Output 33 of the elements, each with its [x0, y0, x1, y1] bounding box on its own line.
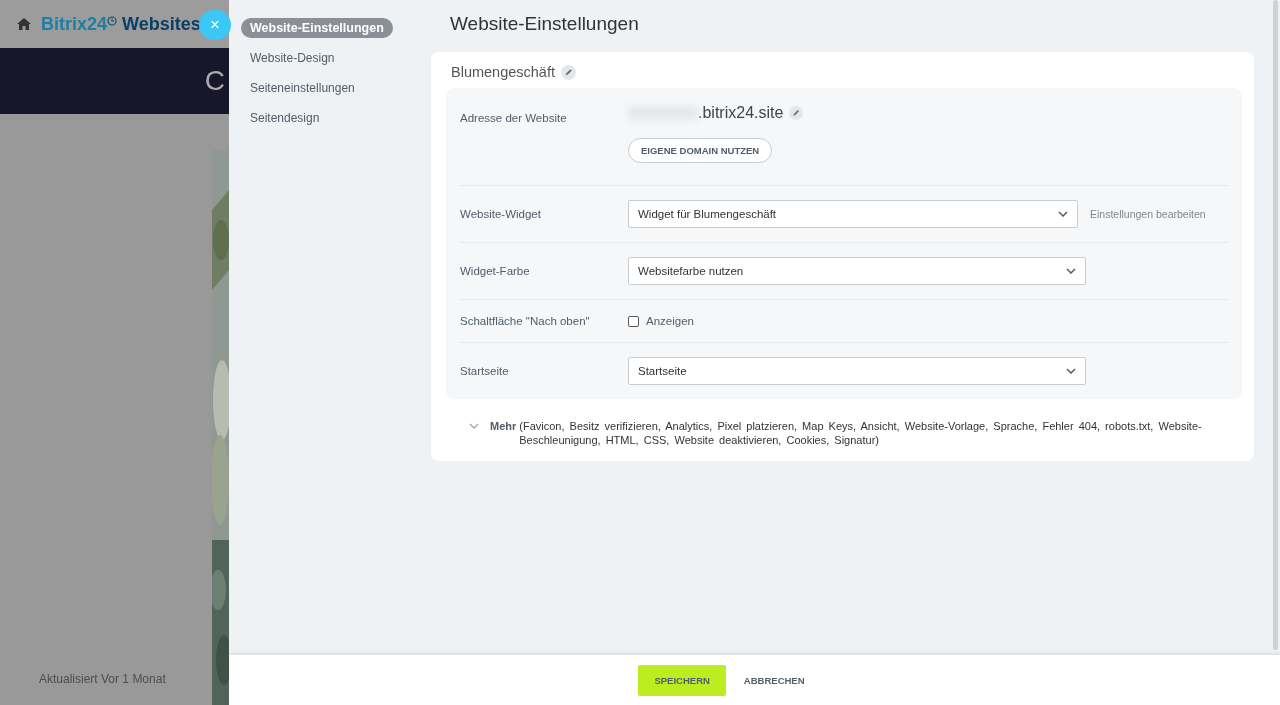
save-button[interactable]: SPEICHERN — [638, 664, 726, 696]
nav-item[interactable]: Seitendesign — [241, 108, 329, 128]
scrollbar[interactable] — [1273, 0, 1278, 650]
select-field[interactable]: Websitefarbe nutzen — [628, 257, 1086, 285]
chevron-down-icon[interactable] — [469, 423, 479, 429]
edit-icon[interactable] — [789, 106, 804, 120]
page-title: Website-Einstellungen — [450, 13, 640, 35]
select-field[interactable]: Widget für Blumengeschäft — [628, 200, 1078, 228]
select-field[interactable]: Startseite — [628, 357, 1086, 385]
nav-item[interactable]: Seiteneinstellungen — [241, 78, 364, 98]
chevron-down-icon — [1058, 211, 1068, 217]
banner-text: C — [204, 65, 225, 97]
home-icon[interactable] — [17, 18, 31, 30]
more-toggle[interactable]: Mehr — [490, 419, 517, 433]
field-label: Startseite — [460, 365, 510, 377]
field-label: Schaltfläche "Nach oben" — [460, 315, 591, 327]
site-address: .bitrix24.site — [698, 104, 784, 122]
domain-button[interactable]: EIGENE DOMAIN NUTZEN — [628, 138, 773, 163]
logo[interactable]: Bitrix24 Websites — [41, 13, 201, 35]
chevron-down-icon — [1066, 268, 1076, 274]
more-options-text: (Favicon, Besitz verifizieren, Analytics, Pixel platzieren, Map Keys, Ansicht, Website-Vorlage, Sprache, Fehler 404, robots.txt, Website-Beschleunigung, HTML, CSS, Website deaktivieren, Cookies, Signatur) — [519, 419, 1202, 447]
field-label: Adresse der Website — [460, 112, 568, 124]
edit-settings-link[interactable]: Einstellungen bearbeiten — [1090, 208, 1206, 220]
updated-text: Aktualisiert Vor 1 Monat — [39, 672, 166, 686]
field-label: Widget-Farbe — [460, 265, 531, 277]
chevron-down-icon — [1066, 368, 1076, 374]
cancel-button[interactable]: ABBRECHEN — [737, 673, 811, 687]
edit-icon[interactable] — [561, 64, 576, 80]
nav-item[interactable]: Website-Design — [241, 48, 344, 68]
site-name: Blumengeschäft — [451, 64, 555, 80]
checkbox-label[interactable]: Anzeigen — [646, 315, 694, 327]
checkbox[interactable] — [628, 315, 639, 327]
field-label: Website-Widget — [460, 208, 542, 220]
